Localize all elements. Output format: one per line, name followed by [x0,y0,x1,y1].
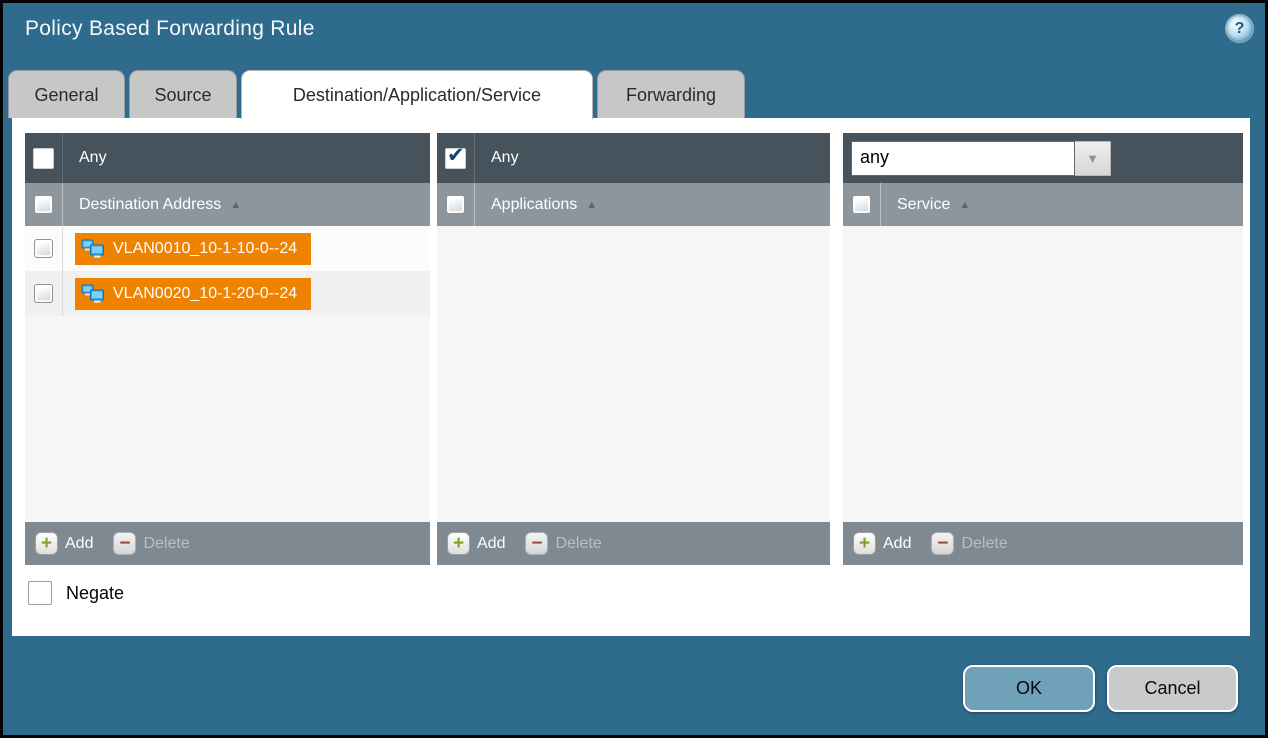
sort-ascending-icon[interactable]: ▲ [959,199,970,211]
applications-selectall-checkbox[interactable] [446,195,465,214]
network-computers-icon [81,284,105,304]
service-selectall-checkbox[interactable] [852,195,871,214]
service-selectall-cell [843,183,881,226]
cancel-button[interactable]: Cancel [1107,665,1238,712]
checkmark-icon: ✔ [447,143,465,168]
delete-icon: − [113,532,136,555]
delete-icon: − [525,532,548,555]
destination-selectall-checkbox[interactable] [34,195,53,214]
delete-button[interactable]: − Delete [113,532,189,555]
address-object-label: VLAN0010_10-1-10-0--24 [113,240,297,258]
add-button[interactable]: + Add [853,532,911,555]
tab-bar: General Source Destination/Application/S… [8,70,745,119]
delete-button[interactable]: − Delete [525,532,601,555]
service-dropdown-button[interactable]: ▼ [1075,141,1111,176]
dialog-title: Policy Based Forwarding Rule [25,17,315,41]
policy-based-forwarding-dialog: Policy Based Forwarding Rule ? General S… [0,0,1268,738]
sort-ascending-icon[interactable]: ▲ [230,199,241,211]
destination-header-row: Destination Address ▲ [25,183,430,226]
tab-destination-application-service[interactable]: Destination/Application/Service [241,70,593,119]
add-label: Add [65,535,93,553]
applications-column-header[interactable]: Applications [491,196,577,214]
delete-label: Delete [555,535,601,553]
help-icon[interactable]: ? [1226,15,1253,42]
add-label: Add [883,535,911,553]
service-header-row: Service ▲ [843,183,1243,226]
tab-forwarding[interactable]: Forwarding [597,70,745,118]
service-dropdown-bar: any ▼ [843,133,1243,183]
add-button[interactable]: + Add [447,532,505,555]
applications-header-row: Applications ▲ [437,183,830,226]
destination-toolbar: + Add − Delete [25,522,430,565]
negate-checkbox[interactable] [28,581,52,605]
service-dropdown-value[interactable]: any [851,141,1075,176]
service-dropdown[interactable]: any ▼ [851,141,1111,176]
table-row[interactable]: VLAN0020_10-1-20-0--24 [25,271,430,316]
address-object-chip[interactable]: VLAN0020_10-1-20-0--24 [75,278,311,310]
add-button[interactable]: + Add [35,532,93,555]
destination-address-column: Any Destination Address ▲ [25,133,430,565]
chevron-down-icon: ▼ [1086,151,1099,166]
destination-selectall-cell [25,183,63,226]
delete-label: Delete [961,535,1007,553]
negate-label: Negate [66,583,124,604]
applications-any-checkbox[interactable]: ✔ [445,148,466,169]
service-toolbar: + Add − Delete [843,522,1243,565]
add-icon: + [853,532,876,555]
table-row[interactable]: VLAN0010_10-1-10-0--24 [25,226,430,271]
applications-column: ✔ Any Applications ▲ + Add − [437,133,830,565]
add-icon: + [35,532,58,555]
tab-content-panel: Any Destination Address ▲ [12,118,1250,636]
negate-option: Negate [28,581,124,605]
applications-any-label: Any [491,149,519,167]
service-column: any ▼ Service ▲ + Add [843,133,1243,565]
address-object-chip[interactable]: VLAN0010_10-1-10-0--24 [75,233,311,265]
delete-button[interactable]: − Delete [931,532,1007,555]
add-icon: + [447,532,470,555]
applications-any-cell: ✔ [437,133,475,183]
destination-any-bar: Any [25,133,430,183]
ok-button[interactable]: OK [963,665,1095,712]
applications-any-bar: ✔ Any [437,133,830,183]
destination-any-checkbox[interactable] [33,148,54,169]
destination-any-cell [25,133,63,183]
tab-general[interactable]: General [8,70,125,118]
row-checkbox[interactable] [34,284,53,303]
tab-source[interactable]: Source [129,70,237,118]
applications-list [437,226,830,522]
applications-selectall-cell [437,183,475,226]
address-object-label: VLAN0020_10-1-20-0--24 [113,285,297,303]
row-checkbox-cell [25,226,63,271]
help-glyph: ? [1235,20,1245,38]
destination-column-header[interactable]: Destination Address [79,196,221,214]
service-column-header[interactable]: Service [897,196,950,214]
destination-any-label: Any [79,149,107,167]
destination-list: VLAN0010_10-1-10-0--24 [25,226,430,522]
row-checkbox[interactable] [34,239,53,258]
add-label: Add [477,535,505,553]
sort-ascending-icon[interactable]: ▲ [586,199,597,211]
network-computers-icon [81,239,105,259]
delete-label: Delete [143,535,189,553]
service-list [843,226,1243,522]
delete-icon: − [931,532,954,555]
row-checkbox-cell [25,271,63,316]
applications-toolbar: + Add − Delete [437,522,830,565]
